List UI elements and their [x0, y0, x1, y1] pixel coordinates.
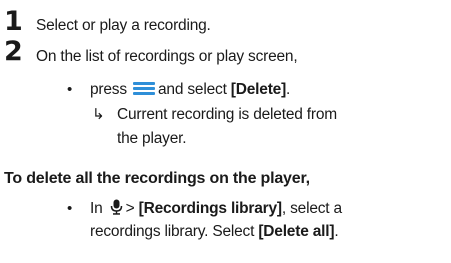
line2-suffix: . — [334, 223, 339, 240]
recordings-library-label: [Recordings library] — [138, 200, 282, 217]
step-text: On the list of recordings or play screen… — [36, 48, 298, 65]
result-arrow-icon: ↳ — [92, 105, 105, 123]
result-text-line-2: the player. — [117, 130, 187, 147]
menu-icon — [133, 81, 156, 96]
bullet-prefix: In — [90, 200, 103, 217]
instruction-page: 1 Select or play a recording. 2 On the l… — [0, 0, 451, 263]
step-2-bullet: press and select [Delete]. — [90, 80, 290, 99]
section-heading: To delete all the recordings on the play… — [4, 170, 310, 187]
microphone-icon — [110, 199, 122, 215]
delete-all-action-label: [Delete all] — [258, 223, 335, 240]
after-library-text: , select a — [281, 200, 342, 217]
bullet-suffix: . — [286, 81, 291, 98]
bullet: • — [67, 200, 73, 217]
delete-all-bullet-line-1: In > [Recordings library], select a — [90, 199, 342, 218]
delete-action-label: [Delete] — [230, 81, 287, 98]
path-separator: > — [125, 200, 135, 217]
delete-all-bullet-line-2: recordings library. Select [Delete all]. — [90, 222, 339, 241]
step-number: 1 — [4, 6, 23, 37]
bullet-prefix: press — [90, 81, 127, 98]
bullet: • — [67, 81, 73, 98]
bullet-middle: and select — [158, 81, 227, 98]
step-number: 2 — [4, 36, 23, 67]
step-text: Select or play a recording. — [36, 17, 211, 34]
line2-prefix: recordings library. Select — [90, 223, 255, 240]
result-text-line-1: Current recording is deleted from — [117, 106, 337, 123]
